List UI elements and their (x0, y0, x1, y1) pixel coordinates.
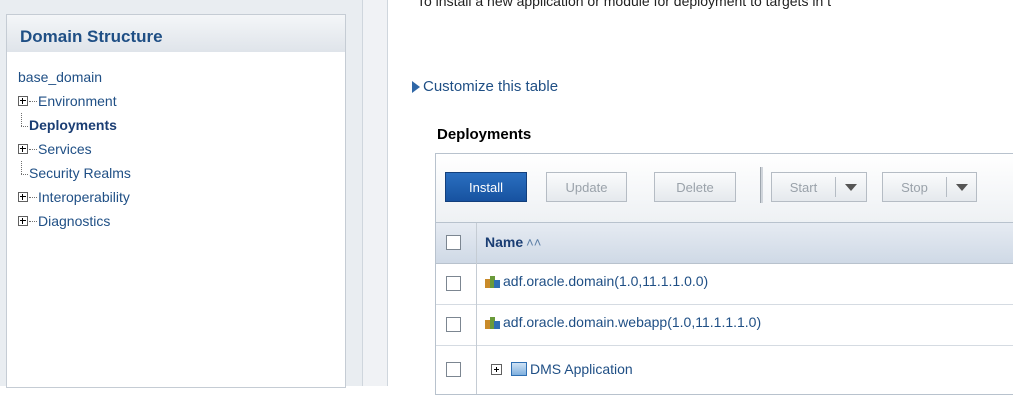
tree-item-label[interactable]: Security Realms (29, 161, 131, 185)
table-row: adf.oracle.domain(1.0,11.1.1.0.0) (436, 264, 1013, 305)
chevron-down-icon[interactable] (956, 184, 968, 191)
row-checkbox[interactable] (446, 362, 461, 377)
deployment-link[interactable]: adf.oracle.domain(1.0,11.1.1.0.0) (485, 273, 708, 289)
table-header-row: Name ˄˄ (436, 223, 1013, 264)
stop-button[interactable]: Stop (882, 172, 977, 202)
tree-connector (29, 220, 37, 222)
tree-connector (18, 113, 28, 137)
name-header-label[interactable]: Name (485, 234, 523, 250)
library-icon (485, 315, 501, 329)
deployments-table: Install Update Delete Start Stop Name˄˄ (435, 153, 1013, 395)
tree-connector (18, 161, 28, 185)
deployments-section-title: Deployments (437, 126, 532, 143)
tree-item-interoperability[interactable]: Interoperability (18, 185, 345, 209)
expand-icon[interactable] (18, 96, 28, 106)
expand-triangle-icon[interactable] (412, 80, 420, 93)
tree-item-security-realms[interactable]: Security Realms (18, 161, 345, 185)
tree-root-base-domain[interactable]: base_domain (18, 65, 345, 89)
intro-text: To install a new application or module f… (417, 0, 832, 9)
application-icon (511, 362, 527, 376)
tree-connector (29, 100, 37, 102)
domain-tree: base_domain Environment Deployments Serv… (7, 52, 345, 233)
domain-structure-title: Domain Structure (7, 15, 345, 52)
sort-ascending-icon[interactable]: ˄˄ (526, 235, 541, 250)
deployment-name[interactable]: adf.oracle.domain(1.0,11.1.1.0.0) (503, 273, 708, 289)
deployment-name[interactable]: adf.oracle.domain.webapp(1.0,11.1.1.1.0) (503, 314, 761, 330)
tree-connector (29, 148, 37, 150)
chevron-down-icon[interactable] (845, 184, 857, 191)
table-row: adf.oracle.domain.webapp(1.0,11.1.1.1.0) (436, 305, 1013, 346)
expand-icon[interactable] (18, 144, 28, 154)
customize-link-label[interactable]: Customize this table (423, 78, 558, 95)
start-label[interactable]: Start (772, 173, 835, 203)
tree-item-label[interactable]: Interoperability (38, 185, 130, 209)
expand-icon[interactable] (491, 364, 502, 375)
column-separator (476, 223, 477, 394)
select-all-checkbox[interactable] (446, 235, 461, 250)
split-separator (835, 177, 836, 197)
install-button[interactable]: Install (445, 172, 527, 202)
delete-button[interactable]: Delete (654, 172, 736, 202)
row-checkbox[interactable] (446, 317, 461, 332)
deployment-link[interactable]: adf.oracle.domain.webapp(1.0,11.1.1.1.0) (485, 314, 761, 330)
toolbar-divider (760, 167, 763, 203)
split-separator (946, 177, 947, 197)
table-toolbar: Install Update Delete Start Stop (436, 154, 1013, 223)
row-checkbox[interactable] (446, 276, 461, 291)
tree-item-label[interactable]: Deployments (29, 113, 117, 137)
table-row: DMS Application (436, 346, 1013, 386)
tree-item-deployments[interactable]: Deployments (18, 113, 345, 137)
panel-splitter[interactable] (362, 0, 388, 386)
stop-label[interactable]: Stop (883, 173, 946, 203)
main-content: To install a new application or module f… (395, 0, 1013, 395)
tree-item-diagnostics[interactable]: Diagnostics (18, 209, 345, 233)
tree-item-label[interactable]: Environment (38, 89, 117, 113)
name-column-header[interactable]: Name ˄˄ (485, 234, 541, 250)
deployment-link[interactable]: DMS Application (511, 361, 633, 377)
domain-structure-box: Domain Structure base_domain Environment… (6, 14, 346, 388)
expand-icon[interactable] (18, 216, 28, 226)
left-panel: Domain Structure base_domain Environment… (0, 0, 362, 388)
tree-connector (29, 196, 37, 198)
library-icon (485, 274, 501, 288)
update-button[interactable]: Update (546, 172, 627, 202)
tree-item-label[interactable]: Services (38, 137, 92, 161)
tree-item-environment[interactable]: Environment (18, 89, 345, 113)
deployment-name[interactable]: DMS Application (530, 361, 633, 377)
customize-table-link[interactable]: Customize this table (412, 78, 558, 95)
tree-item-label[interactable]: Diagnostics (38, 209, 110, 233)
expand-icon[interactable] (18, 192, 28, 202)
start-button[interactable]: Start (771, 172, 867, 202)
tree-item-services[interactable]: Services (18, 137, 345, 161)
